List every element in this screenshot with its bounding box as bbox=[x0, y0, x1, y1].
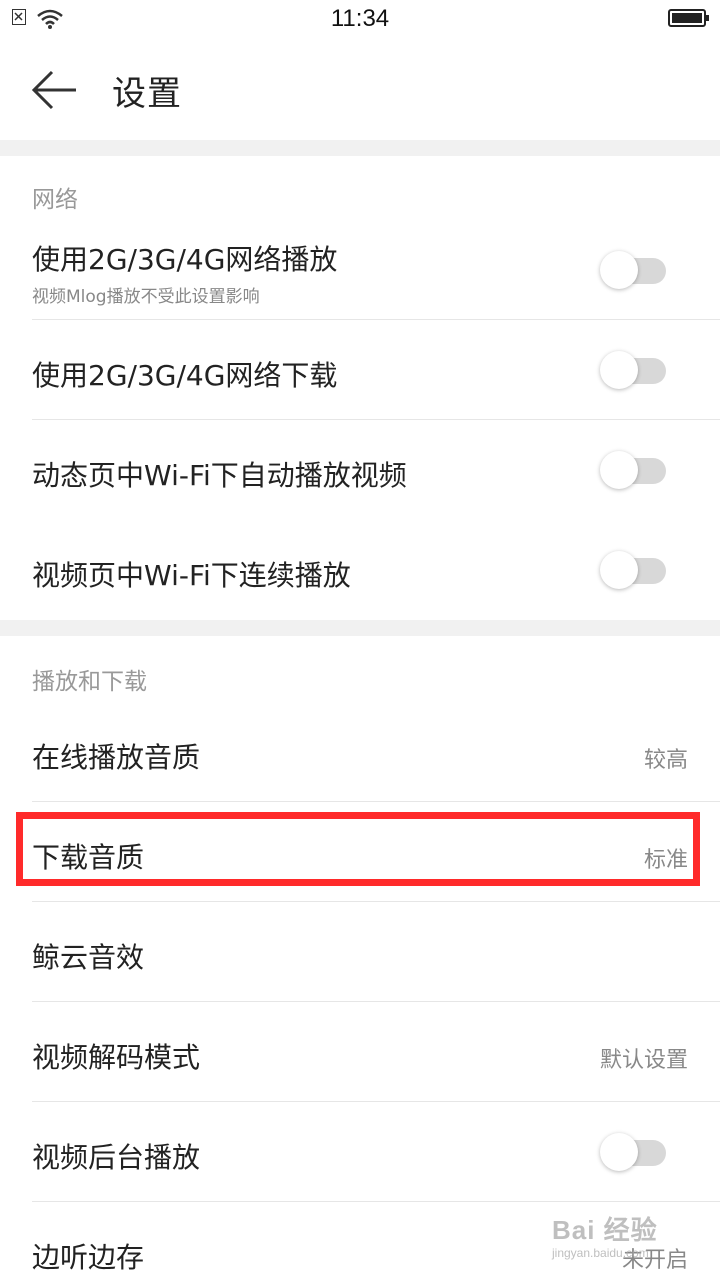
row-label: 使用2G/3G/4G网络下载 bbox=[32, 359, 338, 392]
setting-row-mobile-download[interactable]: 使用2G/3G/4G网络下载 bbox=[0, 320, 720, 420]
row-label: 在线播放音质 bbox=[32, 741, 201, 774]
row-value: 默认设置 bbox=[599, 1048, 688, 1073]
mobile-download-toggle[interactable] bbox=[600, 350, 666, 390]
app-bar: 设置 bbox=[0, 40, 720, 140]
feed-autoplay-toggle[interactable] bbox=[600, 450, 666, 490]
toggle-knob bbox=[600, 1133, 638, 1171]
watermark: Bai 经验 jingyan.baidu.com bbox=[552, 1210, 658, 1260]
back-arrow-icon[interactable] bbox=[28, 68, 82, 112]
setting-row-mobile-play[interactable]: 使用2G/3G/4G网络播放 视频Mlog播放不受此设置影响 bbox=[0, 220, 720, 320]
toggle-knob bbox=[600, 251, 638, 289]
row-label: 视频页中Wi-Fi下连续播放 bbox=[32, 559, 351, 592]
toggle-knob bbox=[600, 351, 638, 389]
battery-icon bbox=[668, 9, 709, 27]
toggle-knob bbox=[600, 551, 638, 589]
setting-row-video-background[interactable]: 视频后台播放 bbox=[0, 1102, 720, 1202]
section-header-playback: 播放和下载 bbox=[32, 669, 147, 695]
status-bar: 11:34 bbox=[0, 0, 720, 40]
setting-row-video-decode[interactable]: 视频解码模式 默认设置 bbox=[0, 1002, 720, 1102]
mobile-play-toggle[interactable] bbox=[600, 250, 666, 290]
row-label: 动态页中Wi-Fi下自动播放视频 bbox=[32, 459, 407, 492]
setting-row-sound-effect[interactable]: 鲸云音效 bbox=[0, 902, 720, 1002]
row-subtitle: 视频Mlog播放不受此设置影响 bbox=[32, 287, 260, 307]
row-label: 视频后台播放 bbox=[32, 1141, 201, 1174]
setting-row-feed-autoplay[interactable]: 动态页中Wi-Fi下自动播放视频 bbox=[0, 420, 720, 520]
highlight-box bbox=[16, 812, 700, 886]
row-label: 边听边存 bbox=[32, 1241, 145, 1274]
settings-screen: 11:34 设置 网络 使用2G/3G/4G网络播放 视频Mlog播放不受此设置… bbox=[0, 0, 720, 1280]
setting-row-online-quality[interactable]: 在线播放音质 较高 bbox=[0, 702, 720, 802]
clock: 11:34 bbox=[330, 5, 390, 32]
toggle-knob bbox=[600, 451, 638, 489]
video-background-toggle[interactable] bbox=[600, 1132, 666, 1172]
row-label: 鲸云音效 bbox=[32, 941, 145, 974]
row-label: 使用2G/3G/4G网络播放 bbox=[32, 243, 338, 276]
row-value: 较高 bbox=[643, 748, 688, 773]
section-divider bbox=[0, 620, 720, 636]
section-header-network: 网络 bbox=[32, 187, 78, 213]
watermark-logo: Bai 经验 bbox=[552, 1215, 658, 1245]
setting-row-video-continuous[interactable]: 视频页中Wi-Fi下连续播放 bbox=[0, 520, 720, 620]
page-title: 设置 bbox=[112, 74, 182, 114]
watermark-url: jingyan.baidu.com bbox=[552, 1246, 649, 1260]
video-continuous-toggle[interactable] bbox=[600, 550, 666, 590]
section-divider bbox=[0, 140, 720, 156]
row-label: 视频解码模式 bbox=[32, 1041, 201, 1074]
